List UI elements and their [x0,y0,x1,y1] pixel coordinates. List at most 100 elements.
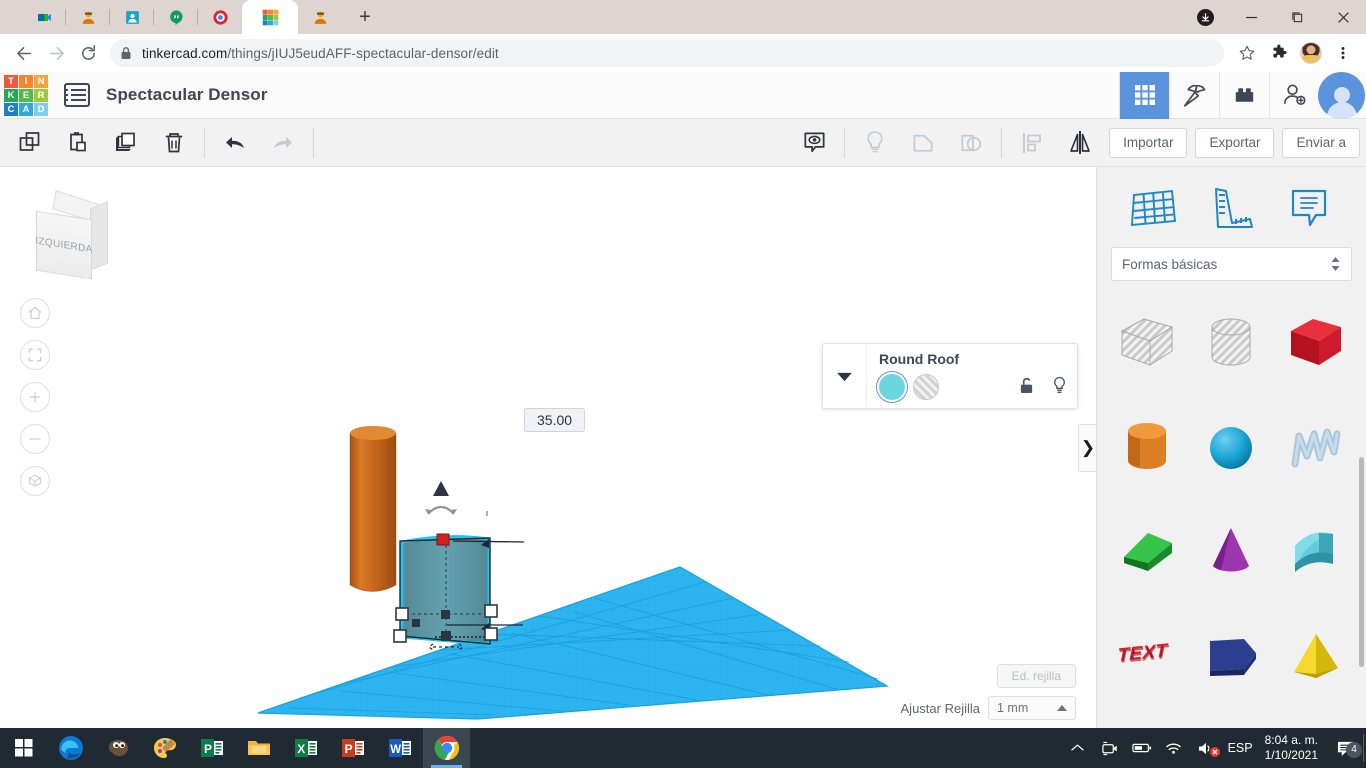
chrome-taskbar-button[interactable] [423,728,470,768]
redo-button[interactable] [259,126,307,160]
group-button[interactable] [899,126,947,160]
note-button[interactable] [851,126,899,160]
rotation-gizmo[interactable] [425,481,488,516]
paste-button[interactable] [54,126,102,160]
zoom-out-button[interactable] [20,424,50,454]
undo-button[interactable] [211,126,259,160]
profile-button[interactable] [1296,38,1326,68]
show-hidden-icons-button[interactable] [1068,743,1088,753]
word-taskbar-button[interactable]: W [376,728,423,768]
shape-text[interactable]: TEXT TEXT [1105,607,1189,703]
shape-sphere[interactable] [1189,399,1273,495]
explorer-taskbar-button[interactable] [235,728,282,768]
browser-tab-screencast[interactable] [197,0,242,34]
reload-button[interactable] [72,37,104,69]
shape-pyramid[interactable] [1274,607,1358,703]
snap-grid-select[interactable]: 1 mm [988,696,1076,720]
back-button[interactable] [8,37,40,69]
ungroup-button[interactable] [947,126,995,160]
view-cube[interactable]: IZQUIERDA [28,190,110,280]
import-button[interactable]: Importar [1109,127,1188,158]
shape-box-hole[interactable] [1105,295,1189,391]
shape-round-roof[interactable] [1274,503,1358,599]
forward-button[interactable] [40,37,72,69]
shape-box[interactable] [1274,295,1358,391]
copy-button[interactable] [6,126,54,160]
browser-tab-classroom[interactable] [65,0,110,34]
tool-3d-design[interactable] [1119,71,1169,119]
tool-minecraft[interactable] [1169,71,1219,119]
zoom-in-button[interactable] [20,382,50,412]
cylinder-object[interactable] [349,426,397,592]
browser-menu-button[interactable] [1328,38,1358,68]
shape-cone[interactable] [1189,503,1273,599]
shape-polygon[interactable] [1189,607,1273,703]
panel-collapse-handle[interactable]: ❯ [1078,424,1097,472]
publisher-taskbar-button[interactable]: P [188,728,235,768]
export-button[interactable]: Exportar [1195,127,1275,158]
shape-cylinder-hole[interactable] [1189,295,1273,391]
tool-add-user[interactable] [1269,71,1319,119]
address-bar[interactable]: tinkercad.com/things/jIUJ5eudAFF-spectac… [110,39,1224,67]
gimp-taskbar-button[interactable] [94,728,141,768]
3d-scene[interactable] [0,167,1096,728]
tinkercad-logo[interactable]: T I N K E R C A D [4,75,50,116]
fit-view-button[interactable] [20,340,50,370]
browser-tab-tinkercad[interactable] [242,0,298,34]
meet-icon [37,13,51,21]
shapes-panel-scrollbar[interactable] [1359,457,1364,667]
clock[interactable]: 8:04 a. m. 1/10/2021 [1265,733,1318,763]
ruler-tool-button[interactable] [1202,183,1260,233]
maximize-button[interactable] [1274,0,1320,34]
design-canvas[interactable]: 35.00 IZQUIERDA Round Roof Ed. rejilla A… [0,167,1096,728]
close-button[interactable] [1320,0,1366,34]
home-view-button[interactable] [20,298,50,328]
note-tool-button[interactable] [1280,183,1338,233]
svg-text:W: W [390,744,401,756]
shape-cylinder[interactable] [1105,399,1189,495]
wifi-icon[interactable] [1164,741,1184,755]
battery-icon[interactable] [1131,742,1152,754]
edge-taskbar-button[interactable] [47,728,94,768]
excel-taskbar-button[interactable]: X [282,728,329,768]
collapse-properties-button[interactable] [823,344,867,408]
ortho-perspective-button[interactable] [20,466,50,496]
browser-tab-hangouts[interactable] [153,0,198,34]
notifications-button[interactable]: 4 [1330,740,1362,758]
browser-tab-contacts[interactable] [109,0,154,34]
shape-wedge[interactable] [1105,503,1189,599]
file-actions: Importar Exportar Enviar a [1101,127,1366,158]
new-tab-button[interactable]: + [348,0,382,34]
unlock-icon[interactable] [1019,377,1034,400]
align-button[interactable] [1008,126,1056,160]
paint-taskbar-button[interactable] [141,728,188,768]
shape-category-select[interactable]: Formas básicas [1111,247,1352,281]
account-avatar[interactable] [1318,71,1366,119]
lightbulb-icon[interactable] [1052,376,1067,400]
send-to-button[interactable]: Enviar a [1282,127,1360,158]
bookmark-star-button[interactable] [1232,38,1262,68]
language-indicator[interactable]: ESP [1228,741,1253,755]
hole-swatch[interactable] [913,374,939,400]
start-button[interactable] [0,728,47,768]
mirror-button[interactable] [1056,126,1104,160]
browser-tab-classroom-2[interactable] [298,0,342,34]
camera-icon[interactable] [1100,741,1120,756]
solid-color-swatch[interactable] [879,374,905,400]
extensions-button[interactable] [1264,38,1294,68]
workplane[interactable] [257,566,890,720]
browser-tab-meet[interactable] [22,0,66,34]
workplane-tool-button[interactable] [1125,183,1183,233]
download-button[interactable] [1182,0,1228,34]
volume-muted-icon[interactable] [1196,741,1220,757]
shape-properties-panel[interactable]: Round Roof [822,343,1078,409]
list-menu-icon[interactable] [64,83,90,107]
delete-button[interactable] [150,126,198,160]
duplicate-button[interactable] [102,126,150,160]
grid-edit-button[interactable]: Ed. rejilla [996,664,1076,688]
minimize-button[interactable] [1228,0,1274,34]
shape-scribble[interactable] [1274,399,1358,495]
tool-blocks[interactable] [1219,71,1269,119]
powerpoint-taskbar-button[interactable]: P [329,728,376,768]
workplane-view-button[interactable] [790,126,838,160]
